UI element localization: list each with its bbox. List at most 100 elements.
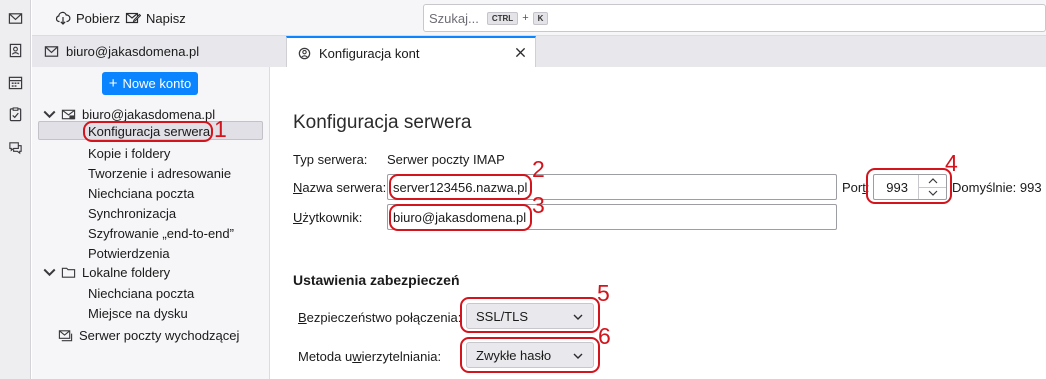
port-default-label: Domyślnie: 993 bbox=[952, 180, 1042, 195]
new-account-button[interactable]: + Nowe konto bbox=[102, 72, 198, 95]
shortcut-k-key: K bbox=[532, 11, 549, 25]
server-type-value: Serwer poczty IMAP bbox=[387, 152, 505, 167]
connection-security-select[interactable]: SSL/TLS bbox=[466, 303, 594, 329]
auth-method-label-text: ierzytelniania: bbox=[361, 349, 442, 364]
connection-security-label: Bezpieczeństwo połączenia: bbox=[298, 310, 461, 325]
tab-mail-account-label: biuro@jakasdomena.pl bbox=[66, 44, 200, 59]
tree-item-composition[interactable]: Tworzenie i adresowanie bbox=[88, 164, 231, 183]
page-title: Konfiguracja serwera bbox=[293, 112, 472, 133]
port-input[interactable]: 993 bbox=[873, 174, 947, 200]
server-type-label: Typ serwera: bbox=[293, 152, 368, 167]
folder-icon bbox=[61, 267, 76, 278]
cloud-download-icon bbox=[55, 11, 71, 25]
chevron-up-icon bbox=[928, 177, 937, 184]
annotation-number-6: 6 bbox=[598, 323, 611, 349]
port-spinner[interactable] bbox=[918, 175, 946, 199]
shortcut-ctrl-key: CTRL bbox=[486, 11, 519, 25]
chevron-down-icon bbox=[573, 353, 583, 359]
tree-account-label: biuro@jakasdomena.pl bbox=[82, 107, 216, 122]
chat-icon bbox=[8, 141, 22, 154]
chevron-down-icon bbox=[928, 190, 937, 197]
tab-account-settings[interactable]: Konfiguracja kont bbox=[286, 36, 536, 68]
write-button[interactable]: Napisz bbox=[125, 8, 186, 28]
tab-account-settings-label: Konfiguracja kont bbox=[319, 45, 420, 61]
tree-item-sync[interactable]: Synchronizacja bbox=[88, 204, 176, 223]
auth-method-value: Zwykłe hasło bbox=[476, 347, 552, 363]
get-messages-button[interactable]: Pobierz bbox=[55, 8, 120, 28]
accesskey-u: U bbox=[293, 210, 303, 225]
tab-close-button[interactable] bbox=[513, 45, 527, 59]
compose-icon bbox=[125, 12, 141, 24]
mail-account-icon bbox=[61, 109, 76, 120]
chevron-down-icon bbox=[43, 110, 56, 119]
port-value: 993 bbox=[886, 179, 908, 195]
tree-local-folders-row[interactable]: Lokalne foldery bbox=[42, 263, 170, 282]
accesskey-b: B bbox=[298, 310, 307, 325]
get-messages-label: Pobierz bbox=[76, 10, 121, 26]
tree-item-label: Niechciana poczta bbox=[88, 286, 195, 301]
annotation-number-4: 4 bbox=[945, 150, 958, 176]
new-account-label: Nowe konto bbox=[122, 76, 192, 91]
user-label-text: żytkownik: bbox=[302, 210, 363, 225]
port-label-pre: Por bbox=[842, 180, 863, 195]
tab-bar: biuro@jakasdomena.pl Konfiguracja kont bbox=[32, 36, 1046, 68]
calendar-icon bbox=[8, 76, 22, 89]
search-input[interactable]: Szukaj... CTRL + K bbox=[423, 4, 1046, 32]
server-name-label: Nazwa serwera: bbox=[293, 180, 386, 195]
auth-method-label-pre: Metoda u bbox=[298, 349, 353, 364]
annotation-number-2: 2 bbox=[532, 156, 545, 182]
mail-space-button[interactable] bbox=[6, 9, 24, 27]
main-toolbar: Pobierz Napisz Szukaj... CTRL + K bbox=[32, 0, 1046, 36]
accesskey-w: w bbox=[352, 349, 362, 364]
tree-item-label: Synchronizacja bbox=[88, 206, 177, 221]
chat-space-button[interactable] bbox=[6, 138, 24, 156]
outgoing-server-icon bbox=[58, 330, 73, 342]
tree-outgoing-server-label: Serwer poczty wychodzącej bbox=[79, 328, 240, 343]
auth-method-select[interactable]: Zwykłe hasło bbox=[466, 342, 594, 368]
tab-mail-account[interactable]: biuro@jakasdomena.pl bbox=[44, 36, 289, 67]
tasks-icon bbox=[9, 106, 21, 121]
address-book-space-button[interactable] bbox=[6, 41, 24, 59]
tree-item-copies-folders[interactable]: Kopie i foldery bbox=[88, 144, 170, 163]
auth-method-label: Metoda uwierzytelniania: bbox=[298, 349, 441, 364]
tree-item-label: Miejsce na dysku bbox=[88, 306, 188, 321]
tree-item-label: Tworzenie i adresowanie bbox=[88, 166, 232, 181]
username-value: biuro@jakasdomena.pl bbox=[393, 209, 527, 225]
username-input[interactable]: biuro@jakasdomena.pl bbox=[387, 204, 837, 230]
search-placeholder: Szukaj... bbox=[429, 10, 479, 26]
calendar-space-button[interactable] bbox=[6, 73, 24, 91]
server-name-input[interactable]: server123456.nazwa.pl bbox=[387, 174, 837, 200]
tree-item-local-junk[interactable]: Niechciana poczta bbox=[88, 284, 194, 303]
tree-item-server-settings[interactable]: Konfiguracja serwera bbox=[88, 122, 210, 141]
security-settings-heading: Ustawienia zabezpieczeń bbox=[293, 272, 460, 288]
tree-item-label: Szyfrowanie „end-to-end” bbox=[88, 226, 234, 241]
user-label: Użytkownik: bbox=[293, 210, 362, 225]
tree-outgoing-server-row[interactable]: Serwer poczty wychodzącej bbox=[58, 326, 239, 345]
tree-item-disk-space[interactable]: Miejsce na dysku bbox=[88, 304, 188, 323]
spin-down-button[interactable] bbox=[919, 186, 946, 200]
tree-item-label: Konfiguracja serwera bbox=[88, 124, 211, 139]
chevron-down-icon bbox=[573, 314, 583, 320]
spin-up-button[interactable] bbox=[919, 175, 946, 187]
shortcut-plus: + bbox=[522, 12, 529, 24]
port-label: Port: bbox=[842, 180, 869, 195]
mail-icon bbox=[44, 46, 59, 57]
tree-item-label: Potwierdzenia bbox=[88, 246, 170, 261]
account-settings-sidebar: + Nowe konto biuro@jakasdomena.pl Konfig… bbox=[32, 67, 270, 379]
plus-icon: + bbox=[108, 75, 118, 92]
annotation-number-5: 5 bbox=[597, 280, 610, 306]
annotation-number-3: 3 bbox=[532, 192, 545, 218]
connection-security-label-text: ezpieczeństwo połączenia: bbox=[306, 310, 462, 325]
tree-item-junk[interactable]: Niechciana poczta bbox=[88, 184, 194, 203]
close-icon bbox=[515, 47, 525, 57]
server-name-value: server123456.nazwa.pl bbox=[393, 179, 528, 195]
annotation-number-1: 1 bbox=[214, 116, 227, 142]
settings-icon bbox=[298, 47, 311, 59]
server-settings-pane: Konfiguracja serwera Typ serwera: Serwer… bbox=[271, 67, 1046, 379]
tree-item-receipts[interactable]: Potwierdzenia bbox=[88, 244, 170, 263]
port-label-post: : bbox=[865, 180, 870, 195]
tree-item-e2e[interactable]: Szyfrowanie „end-to-end” bbox=[88, 224, 234, 243]
write-label: Napisz bbox=[146, 10, 186, 26]
tasks-space-button[interactable] bbox=[6, 105, 24, 123]
address-book-icon bbox=[9, 43, 21, 57]
